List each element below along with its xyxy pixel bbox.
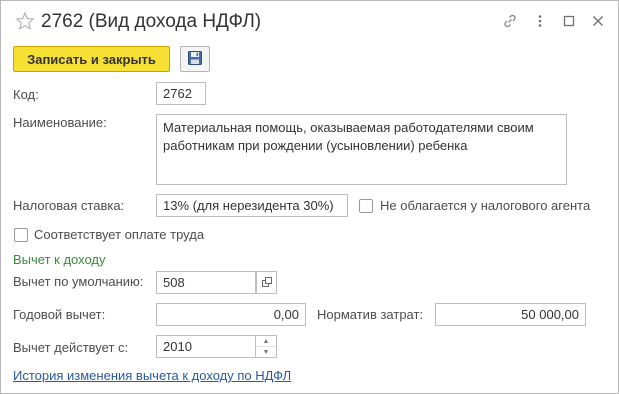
valid-from-field[interactable]: 2010 (156, 335, 256, 358)
link-icon[interactable] (499, 10, 521, 32)
more-icon[interactable] (529, 10, 551, 32)
spin-down-icon[interactable]: ▼ (256, 346, 276, 357)
labor-pay-label[interactable]: Соответствует оплате труда (34, 227, 204, 243)
not-taxed-checkbox[interactable] (359, 199, 373, 213)
default-deduction-field[interactable]: 508 (156, 271, 256, 294)
open-deduction-button[interactable] (256, 271, 277, 294)
deduction-section-title: Вычет к доходу (13, 252, 106, 267)
valid-from-label: Вычет действует с: (13, 340, 129, 355)
close-icon[interactable] (587, 10, 609, 32)
save-and-close-button[interactable]: Записать и закрыть (13, 46, 170, 72)
tax-rate-field[interactable]: 13% (для нерезидента 30%) (156, 194, 348, 217)
not-taxed-label[interactable]: Не облагается у налогового агента (380, 198, 590, 214)
tax-rate-label: Налоговая ставка: (13, 198, 125, 213)
name-label: Наименование: (13, 115, 107, 130)
maximize-icon[interactable] (558, 10, 580, 32)
open-icon (261, 275, 272, 290)
save-button[interactable] (180, 46, 210, 72)
window-title: 2762 (Вид дохода НДФЛ) (41, 11, 262, 32)
annual-deduction-label: Годовой вычет: (13, 307, 106, 322)
spin-up-icon[interactable]: ▲ (256, 336, 276, 346)
cost-norm-field[interactable]: 50 000,00 (435, 303, 586, 326)
default-deduction-label: Вычет по умолчанию: (13, 274, 144, 289)
form-window: 2762 (Вид дохода НДФЛ) Записать и закрыт… (0, 0, 619, 394)
cost-norm-label: Норматив затрат: (317, 307, 424, 322)
deduction-history-link[interactable]: История изменения вычета к доходу по НДФ… (13, 368, 291, 383)
code-field[interactable]: 2762 (156, 82, 206, 105)
floppy-disk-icon (187, 50, 203, 69)
annual-deduction-field[interactable]: 0,00 (156, 303, 306, 326)
star-icon[interactable] (14, 10, 36, 32)
year-spinner[interactable]: ▲ ▼ (256, 335, 277, 358)
name-field[interactable]: Материальная помощь, оказываемая работод… (156, 114, 567, 185)
code-label: Код: (13, 87, 39, 102)
labor-pay-checkbox[interactable] (14, 228, 28, 242)
